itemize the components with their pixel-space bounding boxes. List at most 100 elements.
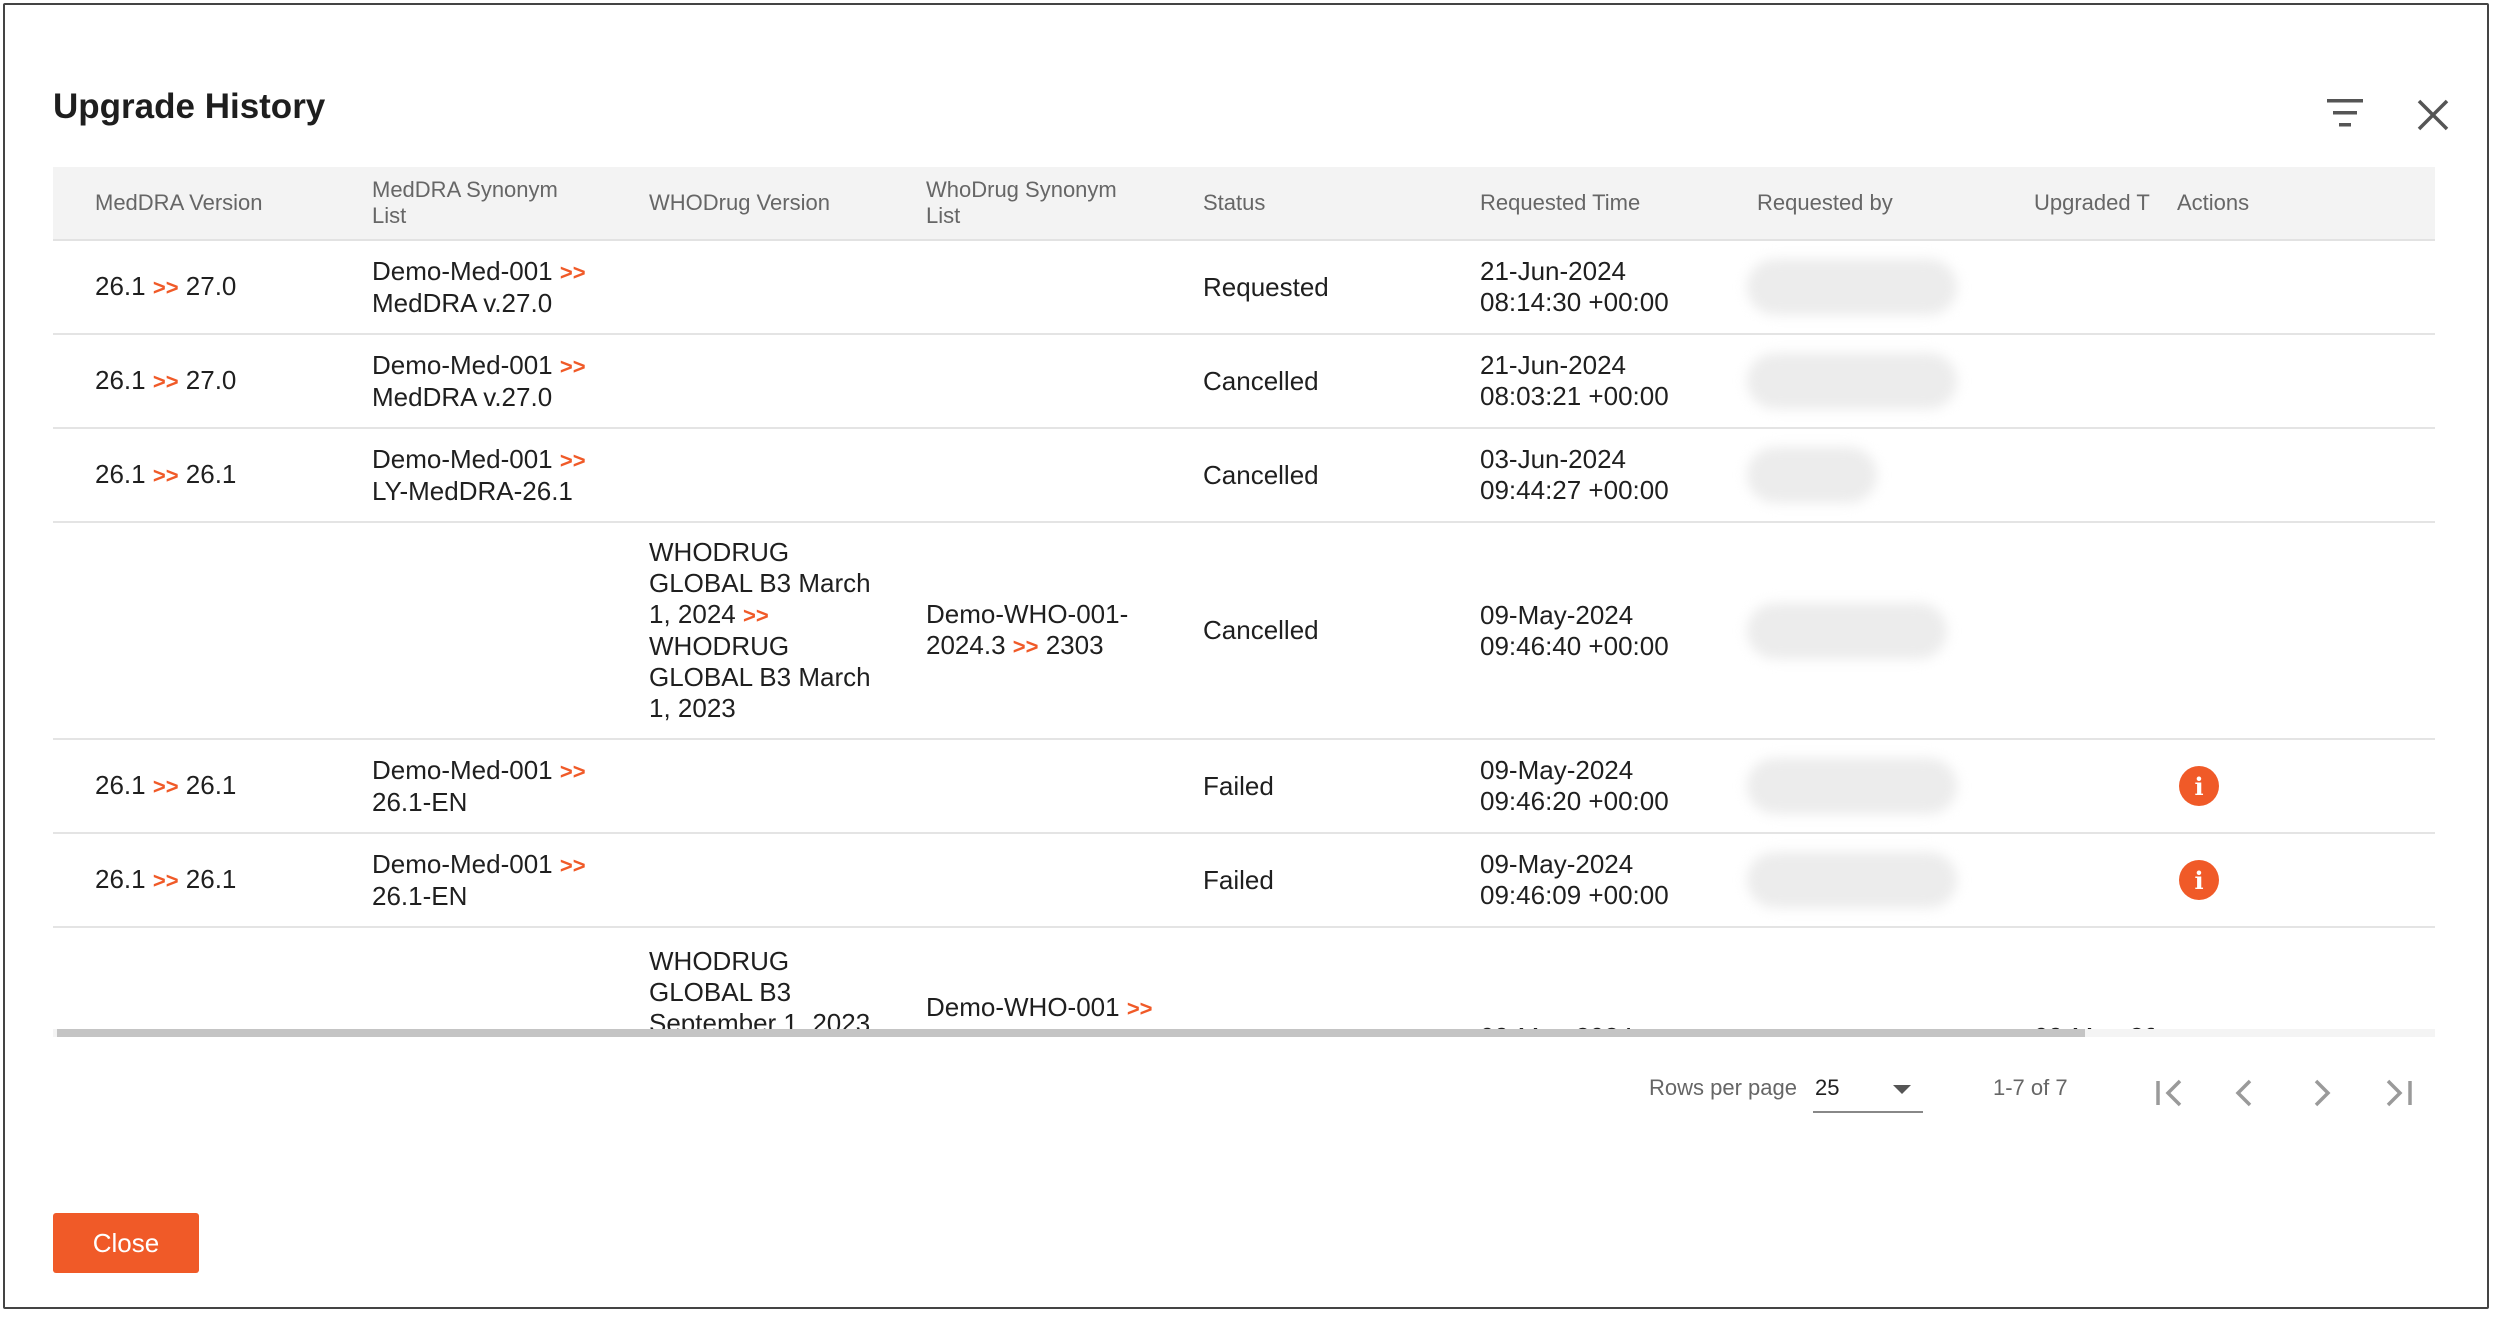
horizontal-scrollbar-thumb[interactable] xyxy=(57,1029,2085,1037)
synonym-from: Demo-Med-001 xyxy=(372,443,553,474)
meddra-to: 27.0 xyxy=(185,271,237,301)
meddra-to: 26.1 xyxy=(185,770,237,800)
whodrug-version-cell: WHODRUG GLOBAL B3 March 1, 2024 >> WHODR… xyxy=(649,523,894,738)
whodrug-synonym-cell: Demo-WHO-001 >> xyxy=(926,992,1186,1024)
meddra-version-cell: 26.1 >> 26.1 xyxy=(95,834,355,926)
meddra-from: 26.1 xyxy=(95,459,146,489)
meddra-version-cell: 26.1 >> 27.0 xyxy=(95,335,355,427)
upgrade-arrow: >> xyxy=(1012,634,1039,659)
requested-by-redacted xyxy=(1747,603,1947,659)
column-header-upgraded-time[interactable]: Upgraded T xyxy=(2034,167,2159,239)
requested-clock: 08:14:30 +00:00 xyxy=(1480,287,1669,317)
requested-time-cell: 09-May-2024 09:46:09 +00:00 xyxy=(1480,834,1740,926)
column-header-status[interactable]: Status xyxy=(1203,167,1463,239)
status-cell: Cancelled xyxy=(1203,459,1319,490)
table-row: 26.1 >> 26.1 Demo-Med-001 >> 26.1-EN Fai… xyxy=(53,834,2435,928)
requested-by-redacted xyxy=(1747,852,1957,908)
meddra-version-cell: 26.1 >> 26.1 xyxy=(95,429,355,521)
requested-by-redacted xyxy=(1747,259,1957,315)
chevron-down-icon xyxy=(1893,1085,1911,1094)
meddra-synonym-cell: Demo-Med-001 >> MedDRA v.27.0 xyxy=(372,241,622,333)
whodrug-synonym-cell: Demo-WHO-001-2024.3 >> 2303 xyxy=(926,523,1171,738)
synonym-from: Demo-Med-001 xyxy=(372,255,553,286)
meddra-from: 26.1 xyxy=(95,864,146,894)
filter-icon[interactable] xyxy=(2321,93,2369,133)
column-header-requested-by[interactable]: Requested by xyxy=(1757,167,2017,239)
rows-per-page-select[interactable]: 25 xyxy=(1813,1071,1923,1113)
whodrug-version-cell: WHODRUG GLOBAL B3 September 1, 2023 xyxy=(649,946,909,1037)
synonym-to: MedDRA v.27.0 xyxy=(372,381,553,412)
upgrade-arrow: >> xyxy=(1126,996,1153,1021)
upgrade-arrow: >> xyxy=(152,774,179,799)
synonym-to: LY-MedDRA-26.1 xyxy=(372,475,573,506)
synonym-to: 26.1-EN xyxy=(372,786,468,817)
status-cell: Cancelled xyxy=(1203,365,1319,396)
status-cell: Cancelled xyxy=(1203,615,1319,645)
column-header-whodrug-synonym-list[interactable]: WhoDrug Synonym List xyxy=(926,167,1156,239)
status-cell: Failed xyxy=(1203,864,1274,895)
column-header-actions: Actions xyxy=(2177,190,2250,215)
meddra-from: 26.1 xyxy=(95,770,146,800)
column-header-meddra-version[interactable]: MedDRA Version xyxy=(95,167,355,239)
upgrade-arrow: >> xyxy=(742,603,769,628)
dialog-title: Upgrade History xyxy=(53,87,326,126)
next-page-icon[interactable] xyxy=(2299,1071,2343,1115)
meddra-version-cell: 26.1 >> 26.1 xyxy=(95,740,355,832)
table-row: WHODRUG GLOBAL B3 March 1, 2024 >> WHODR… xyxy=(53,523,2435,740)
synonym-to: MedDRA v.27.0 xyxy=(372,287,553,318)
requested-time-cell: 21-Jun-2024 08:14:30 +00:00 xyxy=(1480,241,1740,333)
meddra-from: 26.1 xyxy=(95,271,146,301)
rows-per-page-label: Rows per page xyxy=(1649,1075,1797,1100)
requested-by-redacted xyxy=(1747,758,1957,814)
pagination-range: 1-7 of 7 xyxy=(1993,1075,2068,1100)
info-icon[interactable]: i xyxy=(2179,766,2219,806)
requested-date: 09-May-2024 xyxy=(1480,599,1634,630)
whodrug-synonym-to: 2303 xyxy=(1045,630,1104,660)
requested-date: 09-May-2024 xyxy=(1480,849,1634,879)
close-button[interactable]: Close xyxy=(53,1213,199,1273)
requested-clock: 09:46:40 +00:00 xyxy=(1480,630,1669,661)
column-header-requested-time[interactable]: Requested Time xyxy=(1480,167,1740,239)
upgrade-arrow: >> xyxy=(152,369,179,394)
table-row: 26.1 >> 26.1 Demo-Med-001 >> 26.1-EN Fai… xyxy=(53,740,2435,834)
requested-date: 21-Jun-2024 xyxy=(1480,350,1626,380)
requested-by-redacted xyxy=(1747,447,1877,503)
column-header-meddra-synonym-list[interactable]: MedDRA Synonym List xyxy=(372,167,582,239)
requested-time-cell: 03-Jun-2024 09:44:27 +00:00 xyxy=(1480,429,1740,521)
requested-clock: 08:03:21 +00:00 xyxy=(1480,381,1669,411)
whodrug-line: WHODRUG xyxy=(649,946,790,976)
column-header-whodrug-version[interactable]: WHODrug Version xyxy=(649,167,909,239)
upgrade-arrow: >> xyxy=(559,758,586,784)
meddra-synonym-cell: Demo-Med-001 >> MedDRA v.27.0 xyxy=(372,335,622,427)
requested-time-cell: 09-May-2024 09:46:40 +00:00 xyxy=(1480,523,1740,738)
table-row: 26.1 >> 26.1 Demo-Med-001 >> LY-MedDRA-2… xyxy=(53,429,2435,523)
table-header: MedDRA Version MedDRA Synonym List WHODr… xyxy=(53,167,2435,241)
upgrade-history-dialog: Upgrade History MedDRA Version MedDRA Sy… xyxy=(3,3,2489,1309)
requested-time-cell: 21-Jun-2024 08:03:21 +00:00 xyxy=(1480,335,1740,427)
meddra-from: 26.1 xyxy=(95,365,146,395)
requested-date: 21-Jun-2024 xyxy=(1480,256,1626,286)
upgrade-arrow: >> xyxy=(152,275,179,300)
meddra-to: 27.0 xyxy=(185,365,237,395)
synonym-from: Demo-Med-001 xyxy=(372,349,553,380)
table-row: 26.1 >> 27.0 Demo-Med-001 >> MedDRA v.27… xyxy=(53,241,2435,335)
upgrade-arrow: >> xyxy=(559,447,586,473)
meddra-to: 26.1 xyxy=(185,864,237,894)
upgrade-arrow: >> xyxy=(559,353,586,379)
requested-by-redacted xyxy=(1747,353,1957,409)
last-page-icon[interactable] xyxy=(2376,1071,2420,1115)
info-icon[interactable]: i xyxy=(2179,860,2219,900)
upgrade-arrow: >> xyxy=(152,868,179,893)
meddra-version-cell: 26.1 >> 27.0 xyxy=(95,241,355,333)
rows-per-page-value: 25 xyxy=(1815,1075,1840,1100)
whodrug-to: WHODRUG GLOBAL B3 March 1, 2023 xyxy=(649,631,871,723)
status-cell: Failed xyxy=(1203,770,1274,801)
whodrug-synonym-from: Demo-WHO-001 xyxy=(926,992,1120,1022)
first-page-icon[interactable] xyxy=(2148,1071,2192,1115)
table-row: WHODRUG GLOBAL B3 September 1, 2023 Demo… xyxy=(53,928,2435,1037)
previous-page-icon[interactable] xyxy=(2223,1071,2267,1115)
meddra-synonym-cell: Demo-Med-001 >> LY-MedDRA-26.1 xyxy=(372,429,622,521)
close-icon[interactable] xyxy=(2409,91,2457,139)
table-row: 26.1 >> 27.0 Demo-Med-001 >> MedDRA v.27… xyxy=(53,335,2435,429)
requested-date: 09-May-2024 xyxy=(1480,755,1634,785)
